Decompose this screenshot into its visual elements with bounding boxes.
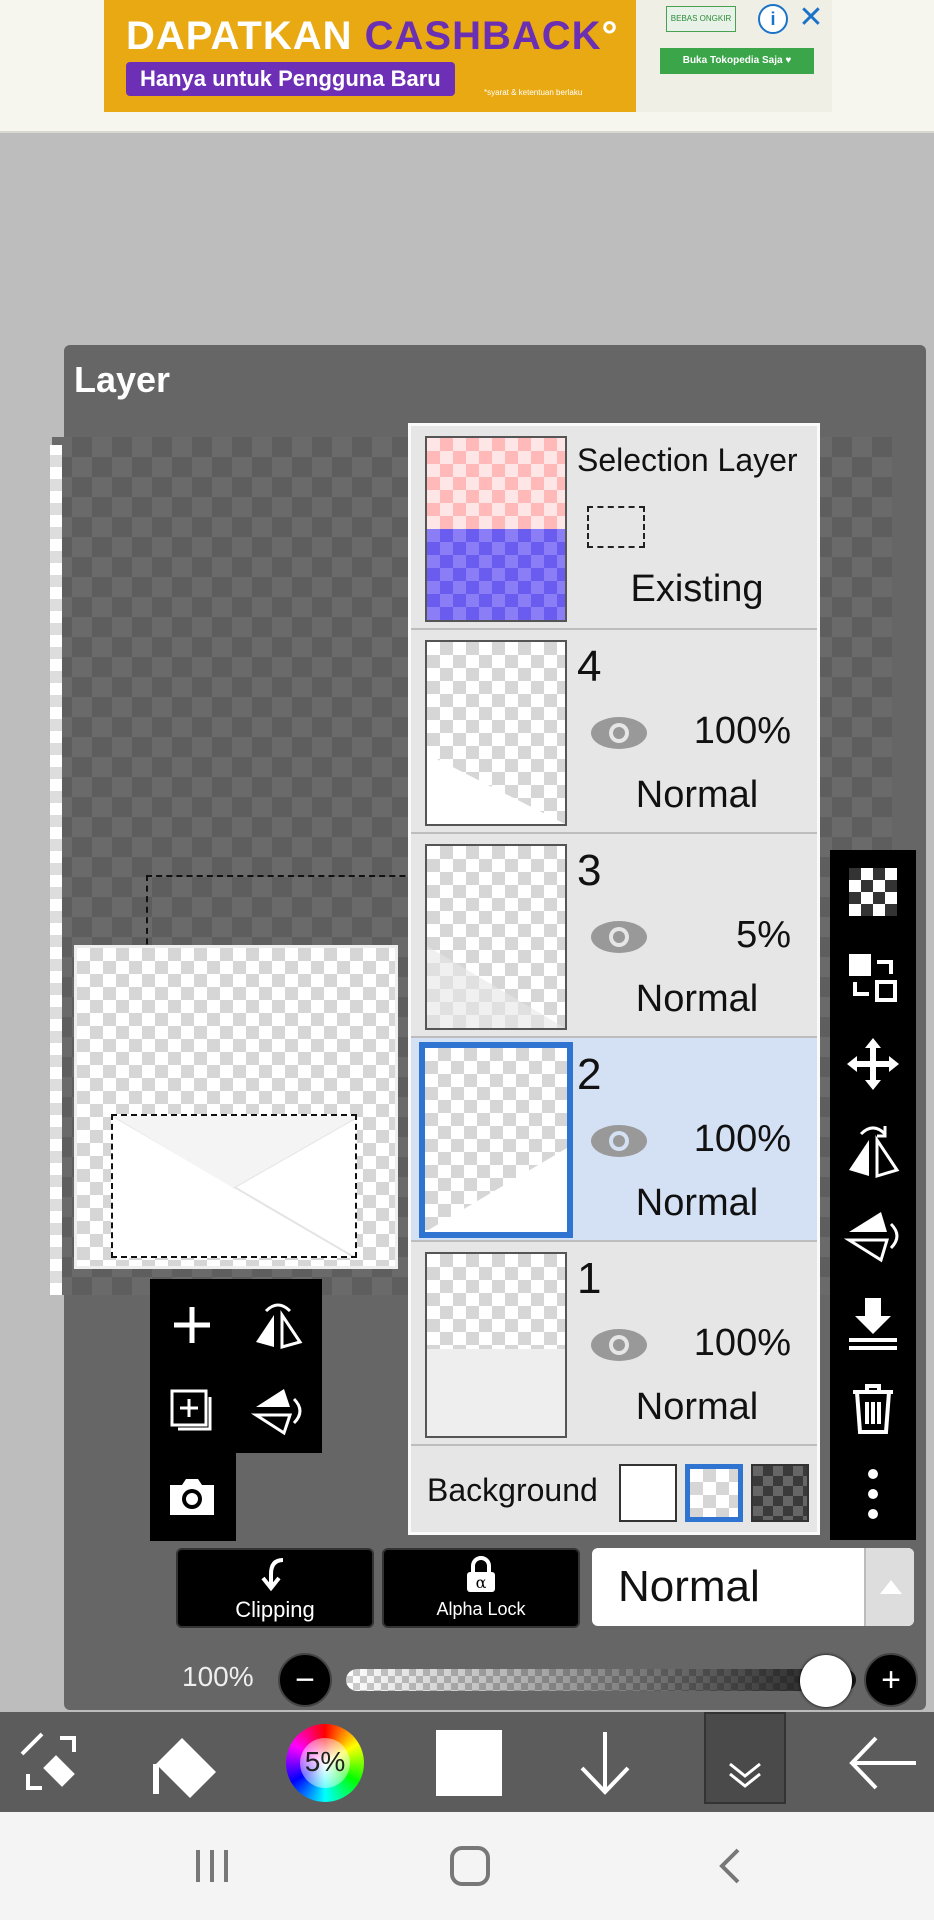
layer-panel: Layer Selection Layer Existing 4 100% No… <box>50 345 926 1710</box>
selection-dash-icon <box>587 506 645 548</box>
down-arrow-icon[interactable] <box>566 1724 644 1802</box>
recent-apps-icon[interactable] <box>186 1842 238 1890</box>
alpha-lock-icon: α <box>467 1556 495 1592</box>
layer-list: Selection Layer Existing 4 100% Normal 3… <box>408 423 820 1535</box>
ad-title-part2: CASHBACK <box>364 14 602 58</box>
layer-name-4: 4 <box>577 642 602 691</box>
ad-title-mark: ° <box>601 14 619 58</box>
flip-layer-horizontal-icon[interactable] <box>250 1297 306 1353</box>
layer-row-1[interactable]: 1 100% Normal <box>411 1242 817 1446</box>
layer-swap-icon[interactable] <box>843 948 903 1008</box>
canvas-edge <box>50 445 62 1295</box>
opacity-minus-button[interactable]: − <box>278 1653 332 1707</box>
opacity-slider[interactable] <box>346 1669 856 1691</box>
layer-opacity-4: 100% <box>693 710 791 752</box>
ad-subtitle: Hanya untuk Pengguna Baru <box>126 62 455 96</box>
move-icon[interactable] <box>843 1034 903 1094</box>
transform-tool-icon[interactable] <box>12 1724 90 1802</box>
ad-title-part1: DAPATKAN <box>126 14 365 58</box>
selection-layer-thumb <box>425 436 567 622</box>
checker-icon[interactable] <box>843 862 903 922</box>
layer-opacity-3: 5% <box>736 914 791 956</box>
color-opacity-label: 5% <box>304 1746 346 1777</box>
ad-cta-button[interactable]: Buka Tokopedia Saja ♥ <box>660 48 814 74</box>
clipping-label: Clipping <box>235 1597 315 1622</box>
preview-selection <box>111 1114 357 1258</box>
clipping-icon <box>261 1558 284 1592</box>
bottom-toolbar: 5% <box>0 1712 934 1812</box>
opacity-percent: 100% <box>182 1661 254 1692</box>
svg-text:α: α <box>476 1573 487 1592</box>
eye-icon[interactable] <box>589 1326 649 1364</box>
background-label: Background <box>427 1472 598 1508</box>
ad-fineprint: *syarat & ketentuan berlaku <box>484 88 583 97</box>
color-wheel-icon[interactable]: 5% <box>286 1724 364 1802</box>
camera-icon[interactable] <box>164 1469 220 1525</box>
alpha-lock-label: Alpha Lock <box>436 1599 526 1619</box>
ad-info-icon[interactable]: i <box>758 4 788 34</box>
blend-mode-value: Normal <box>618 1562 760 1611</box>
trash-icon[interactable] <box>843 1378 903 1438</box>
home-icon[interactable] <box>444 1842 496 1890</box>
layer-name-2: 2 <box>577 1050 602 1099</box>
add-copy-layer-icon[interactable] <box>164 1383 220 1439</box>
flip-horizontal-icon[interactable] <box>843 1120 903 1180</box>
layer-name-3: 3 <box>577 846 602 895</box>
eye-icon[interactable] <box>589 1122 649 1160</box>
layer-mode-3: Normal <box>635 978 759 1020</box>
eraser-shape-icon[interactable] <box>146 1724 224 1802</box>
right-toolbar <box>830 850 916 1540</box>
collapse-icon[interactable] <box>704 1712 786 1804</box>
opacity-row: 100% − + <box>64 1645 926 1715</box>
layer-thumb-2 <box>419 1042 573 1238</box>
layer-row-4[interactable]: 4 100% Normal <box>411 630 817 834</box>
background-row: Background <box>411 1450 817 1532</box>
envelope-shape <box>113 1116 355 1256</box>
background-transparent-swatch[interactable] <box>685 1464 743 1522</box>
flip-vertical-icon[interactable] <box>843 1206 903 1266</box>
layer-preview <box>74 945 398 1269</box>
ad-side[interactable]: BEBAS ONGKIR i ✕ Buka Tokopedia Saja ♥ <box>636 0 832 112</box>
eye-icon[interactable] <box>589 918 649 956</box>
layer-row-3[interactable]: 3 5% Normal <box>411 834 817 1038</box>
alpha-lock-button[interactable]: α Alpha Lock <box>382 1548 580 1628</box>
opacity-slider-knob[interactable] <box>800 1655 852 1707</box>
layer-thumb-4 <box>425 640 567 826</box>
layer-actions-toolbar <box>150 1279 322 1541</box>
ad-creative[interactable]: DAPATKAN CASHBACK° Hanya untuk Pengguna … <box>104 0 636 112</box>
layer-thumb-1 <box>425 1252 567 1438</box>
selection-layer-row[interactable]: Selection Layer Existing <box>411 426 817 630</box>
opacity-plus-button[interactable]: + <box>864 1653 918 1707</box>
layer-opacity-1: 100% <box>693 1322 791 1364</box>
blend-arrow-icon[interactable] <box>864 1548 914 1626</box>
more-vertical-icon[interactable] <box>843 1464 903 1524</box>
color-swatch-icon[interactable] <box>430 1724 508 1802</box>
back-arrow-icon[interactable] <box>844 1724 922 1802</box>
layer-mode-2: Normal <box>635 1182 759 1224</box>
selection-outline <box>146 875 446 955</box>
layer-name-1: 1 <box>577 1254 602 1303</box>
ad-title: DAPATKAN CASHBACK° <box>126 14 619 59</box>
merge-down-icon[interactable] <box>843 1292 903 1352</box>
ad-logo: BEBAS ONGKIR <box>666 6 736 32</box>
blend-mode-select[interactable]: Normal <box>592 1548 914 1626</box>
background-dark-swatch[interactable] <box>751 1464 809 1522</box>
layer-opacity-2: 100% <box>693 1118 791 1160</box>
selection-status: Existing <box>630 568 764 610</box>
layer-row-2[interactable]: 2 100% Normal <box>411 1038 817 1242</box>
background-white-swatch[interactable] <box>619 1464 677 1522</box>
system-navigation-bar <box>0 1812 934 1920</box>
clipping-button[interactable]: Clipping <box>176 1548 374 1628</box>
layer-mode-1: Normal <box>635 1386 759 1428</box>
add-layer-icon[interactable] <box>164 1297 220 1353</box>
layer-mode-4: Normal <box>635 774 759 816</box>
flip-layer-vertical-icon[interactable] <box>250 1383 306 1439</box>
ad-banner[interactable]: DAPATKAN CASHBACK° Hanya untuk Pengguna … <box>0 0 934 133</box>
panel-title: Layer <box>74 359 171 400</box>
eye-icon[interactable] <box>589 714 649 752</box>
back-icon[interactable] <box>706 1842 758 1890</box>
layer-thumb-3 <box>425 844 567 1030</box>
ad-close-icon[interactable]: ✕ <box>796 2 826 34</box>
selection-layer-name: Selection Layer <box>577 442 798 478</box>
